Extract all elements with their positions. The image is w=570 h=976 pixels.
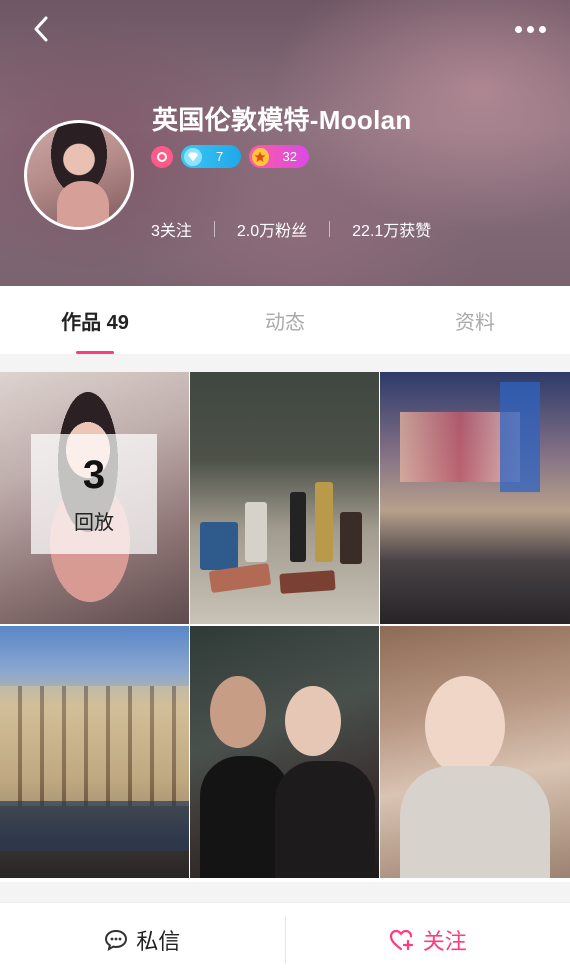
avatar[interactable] [24,120,134,230]
replay-count: 3 [82,453,106,497]
works-grid: 3 回放 [0,372,570,882]
replay-label: 回放 [74,512,114,534]
more-options-button[interactable] [510,14,550,44]
profile-stats: 3关注 2.0万粉丝 22.1万获赞 [151,217,431,241]
following-count[interactable]: 3关注 [151,217,192,241]
bottom-action-bar: 私信 关注 [0,902,570,976]
divider [329,221,331,237]
tab-moments[interactable]: 动态 [190,286,380,354]
likes-count: 22.1万获赞 [352,223,432,240]
heart-plus-icon [389,929,413,950]
message-button[interactable]: 私信 [0,903,285,976]
work-thumbnail[interactable] [190,626,379,878]
profile-tabs: 作品 49 动态 资料 [0,286,570,354]
star-level-badge: 32 [249,145,309,168]
tab-works[interactable]: 作品 49 [0,286,190,354]
divider [0,354,570,372]
work-thumbnail[interactable] [0,626,189,878]
message-label: 私信 [136,928,181,954]
verified-badge-icon [151,145,173,168]
username: 英国伦敦模特-Moolan [152,105,412,135]
badges-row: 7 32 [151,145,309,168]
replay-overlay: 3 回放 [31,434,157,554]
more-dots-icon [514,25,522,33]
star-icon [252,147,269,166]
diamond-icon [184,147,202,166]
chat-bubble-icon [105,929,128,951]
back-button[interactable] [26,14,56,44]
work-thumbnail-replay[interactable]: 3 回放 [0,372,189,624]
follow-label: 关注 [422,928,467,954]
divider [0,882,570,902]
star-count: 32 [282,149,297,164]
chevron-left-icon [34,16,48,42]
work-thumbnail[interactable] [380,626,570,878]
diamond-count: 7 [216,149,224,164]
tab-profile-info[interactable]: 资料 [380,286,570,354]
fans-count[interactable]: 2.0万粉丝 [237,217,307,241]
follow-button[interactable]: 关注 [286,903,570,976]
diamond-level-badge: 7 [181,145,241,168]
profile-header: 英国伦敦模特-Moolan 7 32 3关注 2.0万粉丝 22.1万获赞 [0,0,570,286]
work-thumbnail[interactable] [380,372,570,624]
work-thumbnail[interactable] [190,372,379,624]
divider [213,221,215,237]
